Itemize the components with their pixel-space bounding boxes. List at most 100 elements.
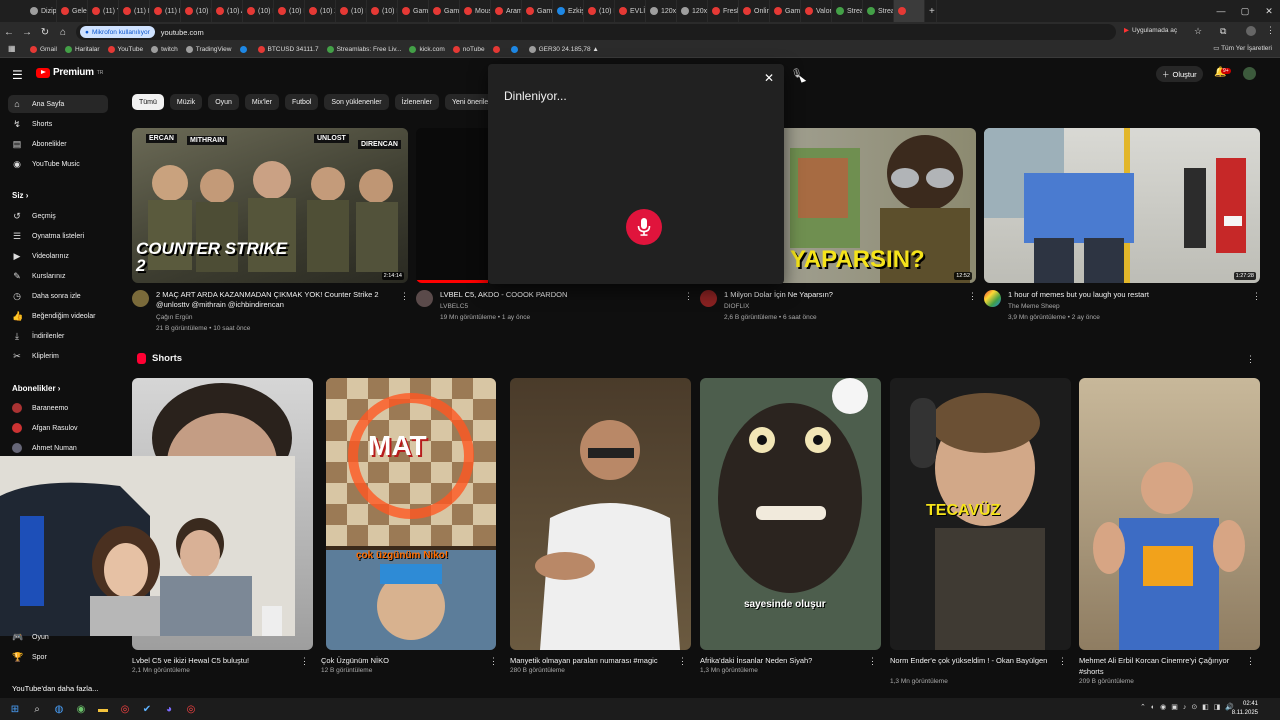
short-title[interactable]: Norm Ender'e çok yükseldim ! - Okan Bayü…: [890, 655, 1055, 666]
filter-chip[interactable]: Oyun: [208, 94, 239, 110]
mic-listening-button[interactable]: [626, 209, 662, 245]
browser-tab[interactable]: 120x6: [677, 0, 708, 22]
sidebar-item[interactable]: ✎ Kurslarınız: [8, 267, 108, 285]
browser-tab[interactable]: Valor: [801, 0, 832, 22]
menu-icon[interactable]: ☰: [12, 68, 23, 82]
open-in-app-chip[interactable]: ▶ Uygulamada aç: [1124, 26, 1177, 35]
extensions-icon[interactable]: ⧉: [1220, 26, 1226, 37]
more-options-icon[interactable]: ⋮: [868, 656, 877, 667]
more-options-icon[interactable]: ⋮: [489, 656, 498, 667]
file-explorer-icon[interactable]: ▬: [92, 698, 114, 720]
short-title[interactable]: Çok Üzgünüm NİKO: [321, 655, 481, 666]
windows-start-icon[interactable]: ⊞: [4, 698, 26, 720]
new-tab-icon[interactable]: +: [925, 0, 937, 22]
filter-chip[interactable]: Son yüklenenler: [324, 94, 389, 110]
sidebar-subscription[interactable]: Afgan Rasulov: [8, 419, 108, 437]
shorts-more-icon[interactable]: ⋮: [1246, 354, 1255, 365]
browser-tab[interactable]: Strea: [863, 0, 894, 22]
browser-tab[interactable]: (11) K: [119, 0, 150, 22]
youtube-premium-logo[interactable]: Premium TR: [36, 67, 103, 78]
browser-tab[interactable]: Gamo: [429, 0, 460, 22]
browser-tab[interactable]: Gamo: [522, 0, 553, 22]
chrome-icon[interactable]: ◎: [114, 698, 136, 720]
short-title[interactable]: Lvbel C5 ve ikizi Hewal C5 buluştu!: [132, 655, 297, 666]
bookmark-item[interactable]: Streamlabs: Free Liv...: [326, 46, 401, 53]
video-title[interactable]: 2 MAÇ ART ARDA KAZANMADAN ÇIKMAK YOK! Co…: [156, 290, 392, 310]
channel-avatar[interactable]: [700, 290, 717, 307]
url-text[interactable]: youtube.com: [161, 28, 204, 37]
taskbar-app-icon[interactable]: ◍: [48, 698, 70, 720]
browser-tab[interactable]: (10) E: [584, 0, 615, 22]
home-button-icon[interactable]: ⌂: [54, 22, 72, 42]
taskbar-app-icon[interactable]: ✔: [136, 698, 158, 720]
taskbar-clock[interactable]: 02:41 8.11.2025: [1232, 700, 1258, 718]
browser-tab[interactable]: Ezkiş: [553, 0, 584, 22]
short-thumbnail-6[interactable]: [1079, 378, 1260, 650]
profile-icon[interactable]: [1246, 26, 1256, 36]
sidebar-item[interactable]: ↯ Shorts: [8, 115, 108, 133]
sidebar-you-header[interactable]: Siz ›: [12, 191, 28, 200]
browser-tab[interactable]: Gamo: [770, 0, 801, 22]
all-bookmarks-link[interactable]: ▭ Tüm Yer İşaretleri: [1213, 44, 1272, 52]
video-channel[interactable]: DIOFLIX: [724, 301, 749, 312]
channel-avatar[interactable]: [132, 290, 149, 307]
browser-tab[interactable]: Strea: [832, 0, 863, 22]
sidebar-item[interactable]: ◷ Daha sonra izle: [8, 287, 108, 305]
minimize-icon[interactable]: —: [1210, 0, 1232, 22]
browser-tab[interactable]: Aram: [491, 0, 522, 22]
create-button[interactable]: ＋ Oluştur: [1156, 66, 1203, 82]
video-channel[interactable]: Çağın Ergün: [156, 312, 193, 323]
account-avatar[interactable]: [1243, 67, 1256, 80]
browser-tab[interactable]: (10) Z: [305, 0, 336, 22]
short-thumbnail-4[interactable]: sayesinde oluşur: [700, 378, 881, 650]
back-icon[interactable]: ←: [0, 22, 18, 42]
sidebar-item[interactable]: ⤓ İndirilenler: [8, 327, 108, 345]
browser-tab[interactable]: (10) D: [243, 0, 274, 22]
bookmark-item[interactable]: kick.com: [409, 46, 445, 53]
more-options-icon[interactable]: ⋮: [678, 656, 687, 667]
browser-tab[interactable]: Geler: [57, 0, 88, 22]
browser-tab[interactable]: 120x6: [646, 0, 677, 22]
bookmark-item[interactable]: Gmail: [30, 46, 57, 53]
bookmark-item[interactable]: twitch: [151, 46, 178, 53]
maximize-icon[interactable]: ▢: [1234, 0, 1256, 22]
more-options-icon[interactable]: ⋮: [1252, 291, 1261, 302]
taskbar-app-icon[interactable]: ◉: [70, 698, 92, 720]
short-title[interactable]: Manyetik olmayan paraları numarası #magi…: [510, 655, 675, 666]
video-thumbnail-1[interactable]: ERCAN MITHRAIN UNLOST DIRENCAN COUNTER S…: [132, 128, 408, 283]
mic-in-use-chip[interactable]: ● Mikrofon kullanılıyor: [80, 26, 155, 38]
sidebar-item[interactable]: 👍 Beğendiğim videolar: [8, 307, 108, 325]
browser-tab[interactable]: (10) B: [336, 0, 367, 22]
short-thumbnail-2[interactable]: MAT çok üzgünüm Niko!: [326, 378, 496, 650]
forward-icon[interactable]: →: [18, 22, 36, 42]
sidebar-subscription[interactable]: Ahmet Numan: [8, 439, 108, 457]
browser-tab[interactable]: [894, 0, 925, 22]
more-options-icon[interactable]: ⋮: [684, 291, 693, 302]
browser-tab[interactable]: (10) E: [367, 0, 398, 22]
short-title[interactable]: Mehmet Ali Erbil Korcan Cinemre'yi Çağır…: [1079, 655, 1244, 677]
browser-tab[interactable]: Dizip: [26, 0, 57, 22]
more-options-icon[interactable]: ⋮: [1246, 656, 1255, 667]
browser-tab[interactable]: (11) N: [150, 0, 181, 22]
bookmark-item[interactable]: [510, 46, 521, 53]
taskbar-search-icon[interactable]: ⌕: [26, 698, 48, 720]
video-title[interactable]: 1 hour of memes but you laugh you restar…: [1008, 290, 1244, 300]
browser-tab[interactable]: EVLİL: [615, 0, 646, 22]
short-thumbnail-5[interactable]: TECAVÜZ: [890, 378, 1071, 650]
close-window-icon[interactable]: ✕: [1258, 0, 1280, 22]
bookmark-item[interactable]: BTCUSD 34111.7: [257, 46, 319, 53]
browser-tab[interactable]: Fresh: [708, 0, 739, 22]
sidebar-item[interactable]: ▶ Videolarınız: [8, 247, 108, 265]
filter-chip[interactable]: Mix'ler: [244, 94, 279, 110]
sidebar-item[interactable]: ⌂ Ana Sayfa: [8, 95, 108, 113]
sidebar-item[interactable]: 🎮 Oyun: [8, 628, 108, 646]
video-channel[interactable]: The Meme Sheep: [1008, 301, 1060, 312]
sidebar-item[interactable]: 🏆 Spor: [8, 648, 108, 666]
video-thumbnail-4[interactable]: 1:27:28: [984, 128, 1260, 283]
bookmark-item[interactable]: [492, 46, 503, 53]
sidebar-subs-header[interactable]: Abonelikler ›: [12, 384, 60, 393]
sidebar-subscription[interactable]: Baraneemo: [8, 399, 108, 417]
bookmark-item[interactable]: GER30 24.185,78 ▲: [528, 46, 599, 53]
browser-tab[interactable]: Gamo: [398, 0, 429, 22]
sidebar-item[interactable]: ↺ Geçmiş: [8, 207, 108, 225]
